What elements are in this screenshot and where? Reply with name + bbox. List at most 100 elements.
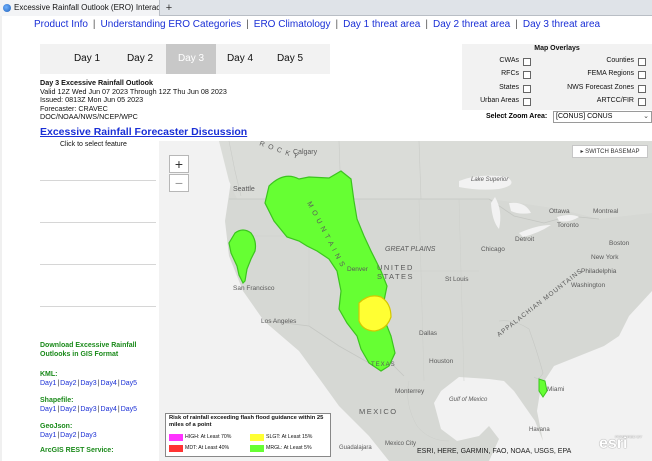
ero-climatology-link[interactable]: ERO Climatology (254, 19, 331, 30)
map-overlays-panel: Map Overlays CWAs Counties RFCs FEMA Reg… (462, 44, 652, 110)
tab-day-3[interactable]: Day 3 (166, 44, 216, 74)
shapefile-day2-link[interactable]: Day2 (60, 406, 76, 413)
geojson-day3-link[interactable]: Day3 (80, 432, 96, 439)
map-label-united: UNITED (377, 263, 414, 272)
map-label-detroit: Detroit (515, 236, 534, 243)
divider (40, 180, 156, 181)
day2-threat-link[interactable]: Day 2 threat area (433, 19, 510, 30)
legend-label-slgt: SLGT: At Least 15% (266, 434, 313, 440)
tab-day-2[interactable]: Day 2 (115, 44, 165, 74)
map-view[interactable]: Calgary Seattle San Francisco Los Angele… (159, 141, 652, 461)
map-attribution: ESRI, HERE, GARMIN, FAO, NOAA, USGS, EPA (417, 448, 572, 455)
map-label-monterrey: Monterrey (395, 388, 425, 395)
divider (40, 306, 156, 307)
browser-tab[interactable]: Excessive Rainfall Outlook (ERO) Interac… (0, 0, 160, 16)
kml-day4-link[interactable]: Day4 (101, 380, 117, 387)
divider (40, 264, 156, 265)
map-label-philadelphia: Philadelphia (581, 268, 617, 275)
zoom-area-label: Select Zoom Area: (486, 113, 548, 120)
tab-day-5[interactable]: Day 5 (265, 44, 315, 74)
kml-day1-link[interactable]: Day1 (40, 380, 56, 387)
shapefile-day3-link[interactable]: Day3 (80, 406, 96, 413)
overlay-states-label: States (499, 84, 519, 91)
outlook-info: Day 3 Excessive Rainfall Outlook Valid 1… (40, 78, 300, 122)
overlay-zones-checkbox[interactable] (638, 85, 646, 93)
map-label-st-louis: St Louis (445, 276, 469, 283)
map-label-houston: Houston (429, 358, 454, 365)
map-label-texas: TEXAS (371, 362, 396, 368)
legend-item-mrgl: MRGL: At Least 5% (250, 445, 312, 452)
day1-threat-link[interactable]: Day 1 threat area (343, 19, 420, 30)
map-label-gulf: Gulf of Mexico (449, 397, 488, 403)
gis-downloads-title: Download Excessive Rainfall Outlooks in … (40, 342, 137, 358)
legend-item-slgt: SLGT: At Least 15% (250, 434, 312, 441)
legend-label-high: HIGH: At Least 70% (185, 434, 232, 440)
map-label-miami: Miami (547, 386, 564, 393)
kml-links: Day1|Day2|Day3|Day4|Day5 (40, 380, 138, 387)
new-tab-button[interactable]: + (162, 0, 176, 16)
legend-item-high: HIGH: At Least 70% (169, 434, 231, 441)
overlay-counties-label: Counties (606, 57, 634, 64)
switch-basemap-button[interactable]: ▸ SWITCH BASEMAP (572, 145, 648, 158)
overlay-rfcs-checkbox[interactable] (523, 71, 531, 79)
legend-item-mdt: MDT: At Least 40% (169, 445, 229, 452)
map-label-states: STATES (377, 272, 414, 281)
map-label-new-york: New York (591, 254, 619, 261)
map-label-havana: Havana (529, 427, 550, 433)
map-label-boston: Boston (609, 240, 630, 247)
zoom-area-select[interactable]: [CONUS] CONUS ⌄ (553, 111, 652, 123)
kml-day5-link[interactable]: Day5 (121, 380, 137, 387)
map-label-seattle: Seattle (233, 186, 255, 193)
arcgis-rest-label: ArcGIS REST Service: (40, 447, 114, 454)
page-left-border (0, 16, 2, 461)
shapefile-day5-link[interactable]: Day5 (121, 406, 137, 413)
geojson-day2-link[interactable]: Day2 (60, 432, 76, 439)
tab-day-1[interactable]: Day 1 (62, 44, 112, 74)
overlay-urban-checkbox[interactable] (523, 98, 531, 106)
map-label-guadalajara: Guadalajara (339, 445, 372, 451)
day3-threat-link[interactable]: Day 3 threat area (523, 19, 600, 30)
map-label-san-francisco: San Francisco (233, 285, 275, 292)
map-label-chicago: Chicago (481, 246, 505, 253)
map-label-lake-superior: Lake Superior (471, 177, 509, 183)
shapefile-day4-link[interactable]: Day4 (101, 406, 117, 413)
overlay-cwas-checkbox[interactable] (523, 58, 531, 66)
shapefile-label: Shapefile: (40, 397, 74, 404)
overlay-rfcs-label: RFCs (501, 70, 519, 77)
map-label-toronto: Toronto (557, 222, 579, 229)
overlay-artcc-checkbox[interactable] (638, 98, 646, 106)
legend-label-mdt: MDT: At Least 40% (185, 445, 230, 451)
divider (40, 222, 156, 223)
overlay-cwas-label: CWAs (499, 57, 519, 64)
top-nav-links: Product Info | Understanding ERO Categorie… (34, 19, 601, 30)
legend-swatch-high (169, 434, 183, 441)
overlay-counties-checkbox[interactable] (638, 58, 646, 66)
kml-day2-link[interactable]: Day2 (60, 380, 76, 387)
kml-label: KML: (40, 371, 58, 378)
legend-title: Risk of rainfall exceeding flash flood g… (169, 415, 324, 428)
map-label-mexico-city: Mexico City (385, 441, 416, 447)
geojson-day1-link[interactable]: Day1 (40, 432, 56, 439)
esri-logo: esri (599, 435, 628, 452)
product-info-link[interactable]: Product Info (34, 19, 88, 30)
ero-categories-link[interactable]: Understanding ERO Categories (101, 19, 242, 30)
map-label-mexico: MEXICO (359, 407, 398, 416)
forecaster-discussion-link[interactable]: Excessive Rainfall Forecaster Discussion (40, 126, 247, 138)
risk-legend: Risk of rainfall exceeding flash flood g… (165, 413, 331, 457)
slgt-risk-area[interactable] (358, 295, 392, 332)
overlay-fema-checkbox[interactable] (638, 71, 646, 79)
overlay-urban-label: Urban Areas (480, 97, 519, 104)
zoom-out-button[interactable]: − (169, 174, 189, 192)
zoom-in-button[interactable]: + (169, 155, 189, 173)
kml-day3-link[interactable]: Day3 (80, 380, 96, 387)
overlay-states-checkbox[interactable] (523, 85, 531, 93)
browser-tab-title: Excessive Rainfall Outlook (ERO) Interac… (14, 3, 160, 12)
overlay-fema-label: FEMA Regions (587, 70, 634, 77)
select-feature-hint: Click to select feature (60, 141, 127, 148)
overlay-zones-label: NWS Forecast Zones (567, 84, 634, 91)
noaa-logo-icon (3, 4, 11, 12)
tab-day-4[interactable]: Day 4 (215, 44, 265, 74)
zoom-area-value: [CONUS] CONUS (556, 113, 613, 120)
shapefile-day1-link[interactable]: Day1 (40, 406, 56, 413)
geojson-links: Day1|Day2|Day3 (40, 432, 97, 439)
